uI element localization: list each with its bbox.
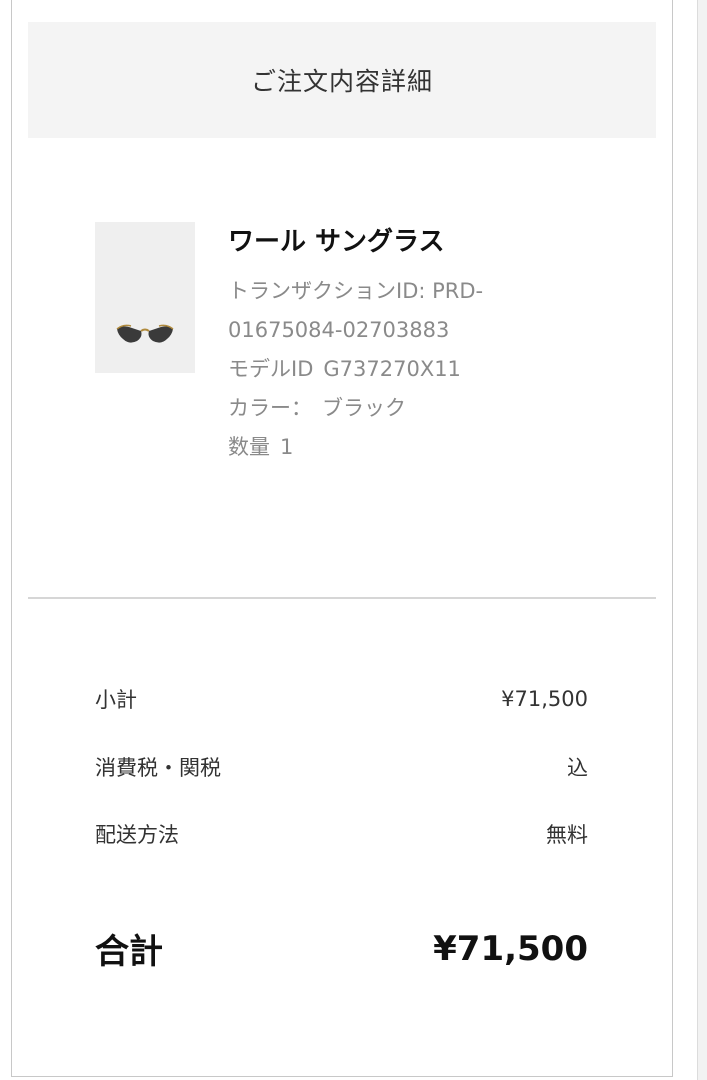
total-value: ¥71,500 [433, 928, 588, 969]
transaction-id-line-2: 01675084-02703883 [228, 318, 450, 342]
page-header: ご注文内容詳細 [28, 22, 656, 138]
page-title: ご注文内容詳細 [250, 67, 433, 96]
shipping-label: 配送方法 [95, 823, 179, 847]
product-name[interactable]: ワール サングラス [228, 222, 648, 262]
transaction-id-line-1: トランザクションID: PRD- [228, 279, 484, 303]
tax-value: 込 [567, 756, 588, 780]
quantity-value: 1 [280, 435, 294, 459]
order-detail-panel [11, 0, 673, 1077]
section-divider [28, 597, 656, 599]
quantity: 数量 1 [228, 428, 648, 467]
sunglasses-icon [116, 324, 174, 343]
tax-row: 消費税・関税 込 [95, 752, 588, 782]
total-label: 合計 [95, 932, 163, 972]
subtotal-row: 小計 ¥71,500 [95, 684, 588, 714]
shipping-row: 配送方法 無料 [95, 819, 588, 849]
shipping-value: 無料 [546, 823, 588, 847]
subtotal-label: 小計 [95, 688, 137, 712]
subtotal-value: ¥71,500 [501, 687, 588, 711]
total-row: 合計 ¥71,500 [95, 924, 588, 973]
model-id-value: G737270X11 [323, 357, 461, 381]
product-image[interactable] [95, 222, 195, 373]
tax-label: 消費税・関税 [95, 756, 221, 780]
color: カラー： ブラック [228, 389, 648, 428]
model-id: モデルID G737270X11 [228, 350, 648, 389]
quantity-label: 数量 [228, 435, 270, 459]
product-info: ワール サングラス トランザクションID: PRD- 01675084-0270… [228, 222, 648, 467]
scrollbar-track[interactable] [697, 0, 707, 1080]
color-value: ブラック [322, 396, 406, 420]
model-id-label: モデルID [228, 357, 314, 381]
color-label: カラー： [228, 396, 312, 420]
